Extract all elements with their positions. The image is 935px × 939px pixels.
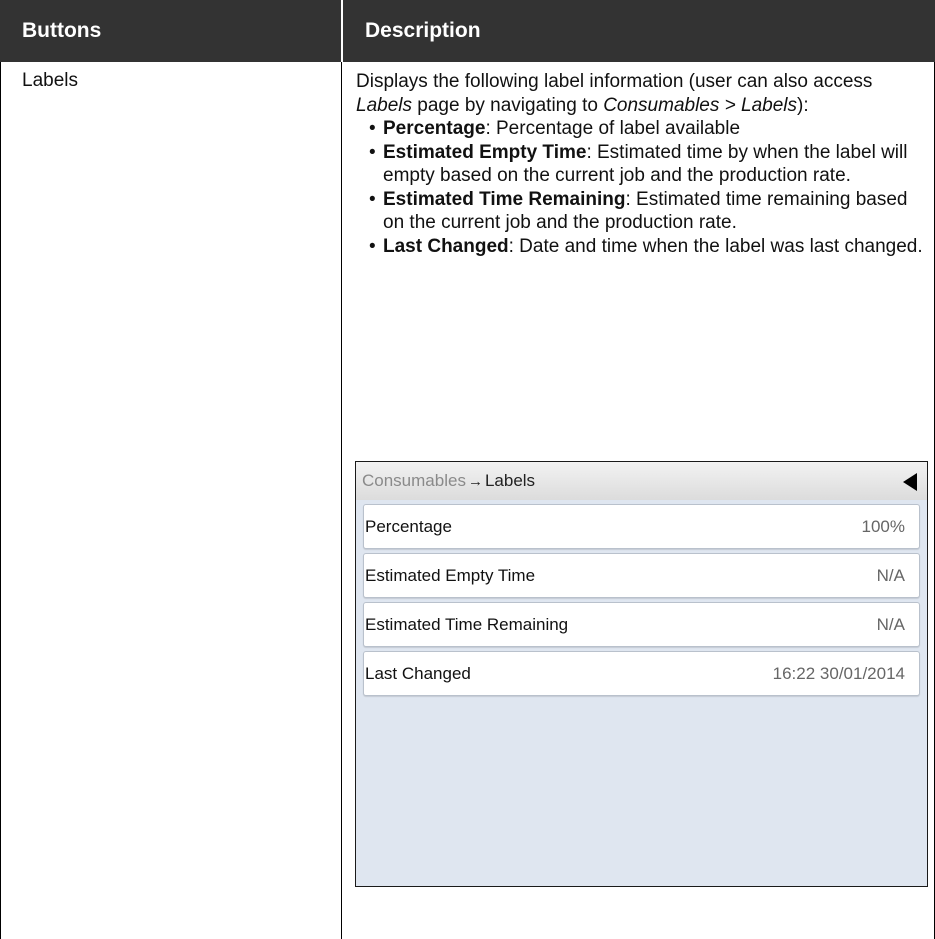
list-item: Percentage 100% [363, 504, 920, 549]
row-key: Last Changed [365, 664, 471, 683]
header-description-label: Description [365, 19, 481, 42]
description-cell: Displays the following label information… [356, 70, 931, 258]
bullet-term: Estimated Empty Time [383, 141, 587, 163]
list-item: Estimated Empty Time: Estimated time by … [369, 141, 931, 188]
bullet-text: : Percentage of label available [485, 118, 741, 139]
list-item: Estimated Time Remaining N/A [363, 602, 920, 647]
breadcrumb: Consumables → Labels [356, 462, 927, 500]
field-list: Percentage: Percentage of label availabl… [356, 117, 931, 258]
intro-italic-path: Consumables > Labels [603, 94, 798, 116]
list-item: Percentage: Percentage of label availabl… [369, 117, 931, 141]
row-value: 100% [861, 517, 905, 536]
intro-text-2: page by navigating to [412, 94, 604, 116]
list-item: Estimated Empty Time N/A [363, 553, 920, 598]
back-triangle-icon[interactable] [903, 473, 917, 491]
intro-text-3: ): [797, 94, 809, 116]
intro-text-1: Displays the following label information… [356, 71, 873, 92]
row-key: Percentage [365, 517, 452, 536]
row-value: N/A [876, 566, 905, 585]
row-label: Labels [22, 70, 78, 91]
list-item: Last Changed 16:22 30/01/2014 [363, 651, 920, 696]
list-item: Estimated Time Remaining: Estimated time… [369, 188, 931, 235]
row-value: N/A [876, 615, 905, 634]
bullet-text: : Date and time when the label was last … [508, 235, 923, 257]
row-key: Estimated Empty Time [365, 566, 536, 585]
document-table: Buttons Description Labels Displays the … [0, 0, 935, 939]
arrow-right-icon: → [467, 472, 483, 490]
row-value: 16:22 30/01/2014 [772, 664, 905, 683]
breadcrumb-labels: Labels [484, 471, 536, 490]
header-buttons-label: Buttons [22, 19, 102, 42]
bullet-term: Estimated Time Remaining [383, 188, 626, 210]
bullet-term: Last Changed [383, 235, 509, 257]
labels-screen-screenshot: Consumables → Labels Percentage 100% Est… [355, 461, 928, 887]
intro-italic-labels: Labels [356, 94, 412, 116]
header-buttons: Buttons [0, 0, 341, 62]
header-description: Description [343, 0, 935, 62]
table-column-divider [341, 62, 342, 939]
row-key: Estimated Time Remaining [365, 615, 569, 634]
table-border-left [0, 62, 1, 939]
list-item: Last Changed: Date and time when the lab… [369, 235, 931, 259]
label-info-list: Percentage 100% Estimated Empty Time N/A… [363, 504, 920, 700]
breadcrumb-consumables[interactable]: Consumables [356, 471, 466, 491]
bullet-term: Percentage [383, 118, 486, 139]
description-intro: Displays the following label information… [356, 70, 931, 117]
